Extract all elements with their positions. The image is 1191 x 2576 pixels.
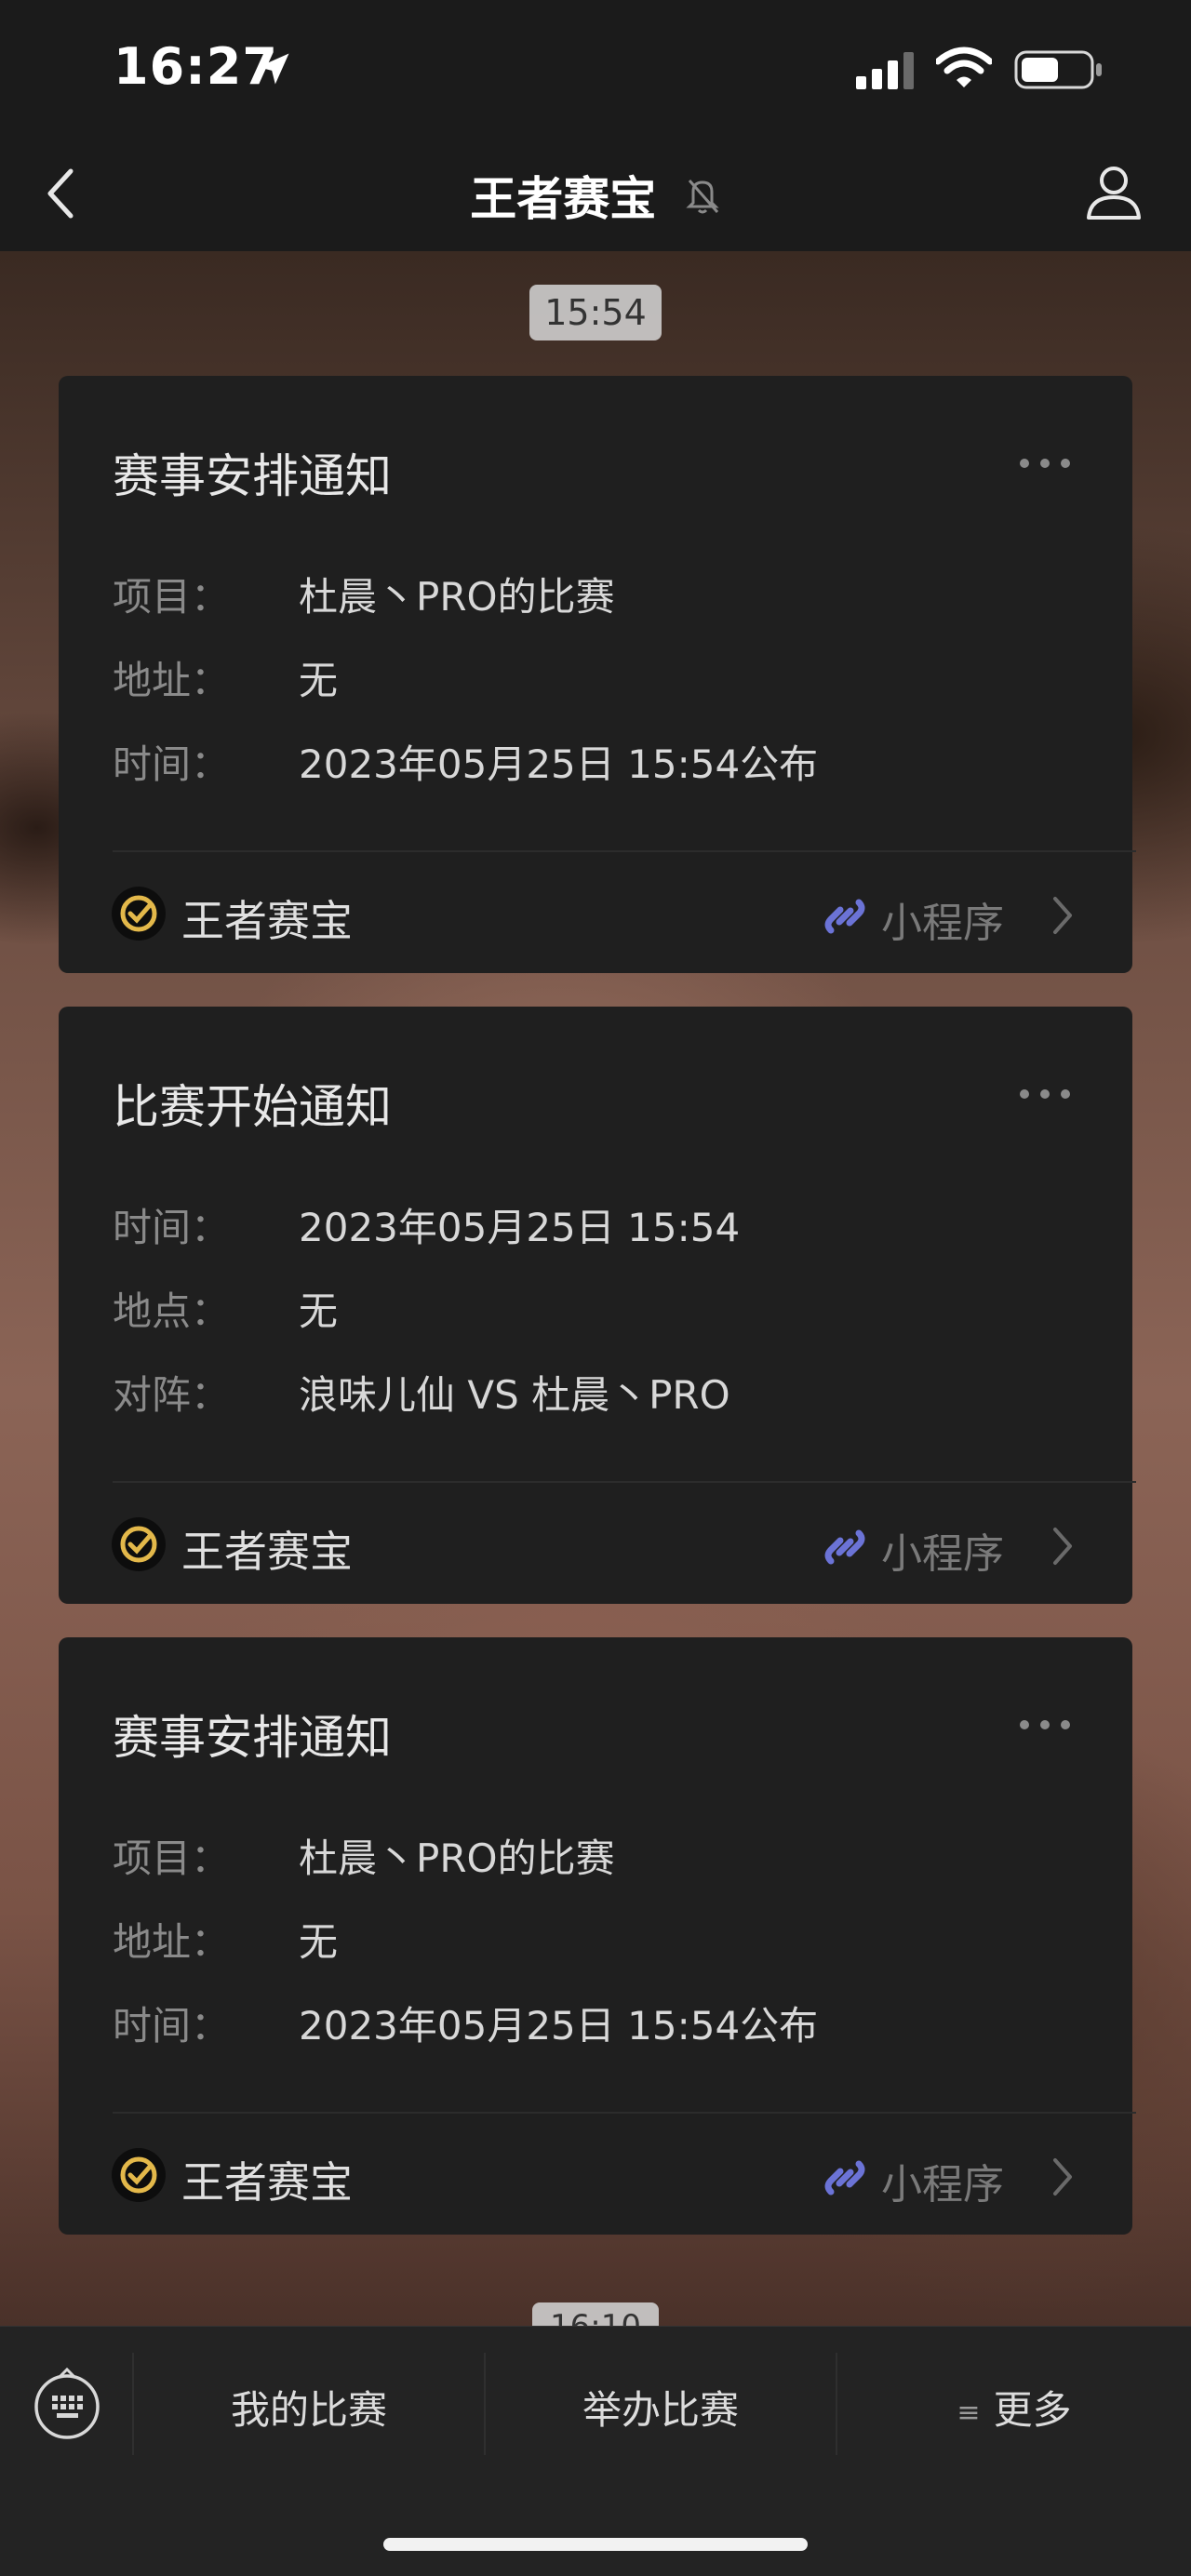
home-indicator — [383, 2538, 808, 2551]
field-label: 时间： — [113, 1205, 231, 1250]
source-app-name: 王者赛宝 — [181, 1527, 353, 1577]
field-value: 无 — [299, 1288, 339, 1334]
cellular-signal-icon — [856, 52, 914, 89]
field-label: 项目： — [113, 1835, 231, 1881]
field-value: 无 — [299, 1919, 339, 1965]
chat-title: 王者赛宝 — [0, 162, 1191, 229]
menu-list-icon: ≡ — [957, 2396, 981, 2429]
notification-card[interactable]: 比赛开始通知 时间： 2023年05月25日 15:54 地点： 无 对阵： 浪… — [59, 1007, 1136, 1604]
mini-program-label: 小程序 — [881, 2161, 1004, 2209]
source-app-name: 王者赛宝 — [181, 896, 353, 946]
field-value: 2023年05月25日 15:54 — [299, 1205, 741, 1250]
keyboard-icon[interactable] — [32, 2364, 102, 2442]
mini-program-label: 小程序 — [881, 1530, 1004, 1578]
more-options-icon[interactable] — [1019, 458, 1071, 469]
wifi-icon — [936, 47, 992, 87]
more-options-icon[interactable] — [1019, 1719, 1071, 1730]
battery-icon — [1014, 50, 1102, 89]
status-bar: 16:27 — [0, 0, 1191, 140]
field-value: 杜晨丶PRO的比赛 — [299, 574, 615, 620]
field-value: 无 — [299, 658, 339, 703]
location-arrow-icon — [258, 53, 289, 85]
field-label: 时间： — [113, 2003, 231, 2049]
source-app-name: 王者赛宝 — [181, 2157, 353, 2208]
card-title: 赛事安排通知 — [113, 1711, 392, 1765]
menu-more[interactable]: ≡ 更多 — [837, 2379, 1191, 2436]
field-label: 地址： — [113, 658, 231, 703]
field-label: 地址： — [113, 1919, 231, 1965]
chevron-right-icon — [1053, 2158, 1072, 2196]
mini-program-link-icon — [824, 1529, 865, 1565]
menu-more-label: 更多 — [993, 2387, 1072, 2433]
field-label: 项目： — [113, 574, 231, 620]
mini-program-link-icon — [824, 899, 865, 934]
field-value: 浪味儿仙 VS 杜晨丶PRO — [299, 1372, 730, 1418]
card-divider — [113, 2112, 1136, 2114]
chevron-right-icon — [1053, 897, 1072, 934]
profile-icon[interactable] — [1083, 162, 1144, 223]
menu-my-matches[interactable]: 我的比赛 — [134, 2379, 484, 2436]
app-logo-icon — [112, 2148, 166, 2202]
card-divider — [113, 1481, 1136, 1483]
menu-host-match[interactable]: 举办比赛 — [486, 2379, 836, 2436]
chevron-right-icon — [1053, 1528, 1072, 1565]
card-divider — [113, 850, 1136, 852]
app-logo-icon — [112, 1517, 166, 1571]
more-options-icon[interactable] — [1019, 1088, 1071, 1100]
field-label: 时间： — [113, 741, 231, 787]
muted-bell-icon — [686, 180, 719, 214]
field-value: 2023年05月25日 15:54公布 — [299, 2003, 819, 2049]
chat-title-text: 王者赛宝 — [470, 172, 657, 226]
field-value: 杜晨丶PRO的比赛 — [299, 1835, 615, 1881]
mini-program-label: 小程序 — [881, 900, 1004, 947]
message-timestamp: 15:54 — [529, 285, 662, 340]
field-label: 地点： — [113, 1288, 231, 1334]
app-logo-icon — [112, 887, 166, 941]
notification-card[interactable]: 赛事安排通知 项目： 杜晨丶PRO的比赛 地址： 无 时间： 2023年05月2… — [59, 1637, 1136, 2235]
card-title: 比赛开始通知 — [113, 1080, 392, 1134]
notification-card[interactable]: 赛事安排通知 项目： 杜晨丶PRO的比赛 地址： 无 时间： 2023年05月2… — [59, 376, 1136, 973]
card-title: 赛事安排通知 — [113, 449, 392, 503]
field-value: 2023年05月25日 15:54公布 — [299, 741, 819, 787]
field-label: 对阵： — [113, 1372, 231, 1418]
nav-bar: 王者赛宝 — [0, 140, 1191, 251]
mini-program-link-icon — [824, 2160, 865, 2196]
